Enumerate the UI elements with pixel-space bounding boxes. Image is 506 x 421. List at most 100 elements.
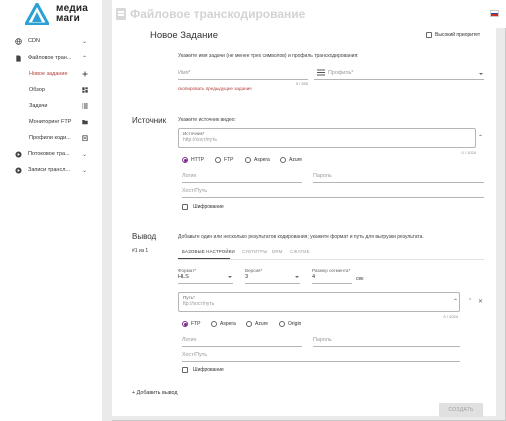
output-login-input[interactable]: Логин <box>182 337 197 343</box>
profile-select[interactable]: Профиль* <box>328 70 353 76</box>
segment-unit: сек <box>356 276 364 282</box>
segment-size-input[interactable]: 4 <box>312 274 315 280</box>
version-label: Версия* <box>245 268 263 273</box>
sidebar-subitem-label: Обзор <box>29 87 45 93</box>
output-login-underline <box>182 346 302 347</box>
version-dropdown-caret-icon[interactable] <box>295 276 299 278</box>
version-select[interactable]: 3 <box>245 274 248 280</box>
sidebar-item-label: Записи трансл... <box>28 167 70 173</box>
source-url-field[interactable] <box>178 128 476 148</box>
document-icon <box>116 8 126 20</box>
play-icon <box>15 150 22 158</box>
source-url-label: Источник* <box>183 131 205 136</box>
file-icon <box>16 54 21 62</box>
output-section-title: Вывод <box>132 232 157 241</box>
sidebar-subitem-label: Задачи <box>29 103 48 109</box>
source-encryption-label: Шифрование <box>193 204 224 210</box>
source-password-underline <box>313 182 484 183</box>
source-hostpath-input[interactable]: Хост/Путь <box>182 188 207 194</box>
sidebar-subitem-tasks[interactable]: Задачи <box>0 99 102 113</box>
folder-icon <box>82 120 88 125</box>
sidebar-subitem-label: Новое задание <box>29 71 68 77</box>
sidebar-subitem-new-task[interactable]: Новое задание <box>0 67 102 81</box>
source-login-input[interactable]: Логин <box>182 173 197 179</box>
format-select[interactable]: HLS <box>178 274 189 280</box>
source-protocol-aspera-radio[interactable] <box>245 157 251 163</box>
output-protocol-origin-radio[interactable] <box>279 321 285 327</box>
output-encryption-checkbox[interactable] <box>182 367 188 373</box>
tab-compression[interactable]: СЖАТИЕ <box>290 249 310 254</box>
play-icon <box>15 166 22 174</box>
segment-size-underline <box>312 283 352 284</box>
list-icon <box>82 103 88 109</box>
high-priority-checkbox[interactable] <box>426 32 432 38</box>
source-protocol-http-radio[interactable] <box>182 157 188 163</box>
dashboard-icon <box>82 87 88 93</box>
version-underline <box>245 283 300 284</box>
tab-drm[interactable]: DRM <box>272 249 283 254</box>
sidebar-subitem-ftp-monitoring[interactable]: Мониторинг FTP <box>0 115 102 129</box>
output-hint: Добавьте один или несколько результатов … <box>178 234 424 240</box>
source-protocol-azure-radio[interactable] <box>280 157 286 163</box>
main-scroll-gutter[interactable] <box>496 28 505 420</box>
output-password-input[interactable]: Пароль <box>313 337 332 343</box>
source-collapse-icon[interactable]: ⌃ <box>478 134 483 141</box>
output-protocol-azure-radio[interactable] <box>246 321 252 327</box>
format-label: Формат* <box>178 268 197 273</box>
sidebar-subitem-overview[interactable]: Обзор <box>0 83 102 97</box>
output-remove-icon[interactable]: ✕ <box>478 298 483 305</box>
tab-basic-settings[interactable]: БАЗОВЫЕ НАСТРОЙКИ <box>182 249 235 254</box>
sidebar-item-stream-transcoding[interactable]: Потоковое тра... ⌄ <box>0 147 102 161</box>
output-hostpath-input[interactable]: Хост/Путь <box>182 352 207 358</box>
source-hostpath-underline <box>182 197 484 198</box>
task-name-input[interactable]: Имя* <box>178 70 191 76</box>
main-content: Новое Задание Высокий приоритет Укажите … <box>112 28 496 417</box>
globe-icon <box>15 37 22 45</box>
format-dropdown-caret-icon[interactable] <box>228 276 232 278</box>
output-password-underline <box>313 346 460 347</box>
add-output-button[interactable]: + Добавить вывод <box>132 390 178 396</box>
output-protocol-aspera-radio[interactable] <box>211 321 217 327</box>
output-path-field[interactable] <box>178 292 460 312</box>
sidebar-item-file-transcoding[interactable]: Файловое тран... ⌃ <box>0 51 102 65</box>
source-protocol-aspera-label: Aspera <box>254 157 270 163</box>
tab-subtitles[interactable]: СУБТИТРЫ <box>242 249 267 254</box>
sidebar-subitem-coding-profiles[interactable]: Профили коди... <box>0 131 102 145</box>
profile-list-icon <box>317 69 325 76</box>
sidebar-item-cdn[interactable]: CDN ⌄ <box>0 34 102 48</box>
sidebar-scroll-gutter[interactable] <box>102 0 112 421</box>
source-login-underline <box>182 182 302 183</box>
source-password-input[interactable]: Пароль <box>313 173 332 179</box>
sidebar-item-label: Потоковое тра... <box>28 151 70 157</box>
plus-icon <box>82 71 88 77</box>
source-encryption-checkbox[interactable] <box>182 204 188 210</box>
task-name-underline <box>178 79 308 80</box>
sidebar-item-label: CDN <box>28 38 40 44</box>
task-name-counter: 0 / 255 <box>295 81 308 86</box>
source-protocol-ftp-label: FTP <box>224 157 234 163</box>
output-collapse-icon[interactable]: ⌃ <box>468 298 472 304</box>
russian-flag-icon[interactable] <box>490 10 499 17</box>
output-path-counter: 0 / 1024 <box>443 314 458 319</box>
source-protocol-ftp-radio[interactable] <box>215 157 221 163</box>
copy-previous-task-link[interactable]: скопировать предыдущее задание <box>178 86 252 91</box>
output-hostpath-underline <box>182 361 460 362</box>
output-path-collapse-icon[interactable]: ⌃ <box>453 298 458 305</box>
sidebar-item-broadcast-records[interactable]: Записи трансл... ⌄ <box>0 163 102 177</box>
source-url-placeholder: http://хост/путь <box>183 137 218 143</box>
media-magi-logo-icon[interactable] <box>25 3 49 25</box>
output-protocol-ftp-radio[interactable] <box>182 321 188 327</box>
profile-dropdown-caret-icon[interactable] <box>479 73 483 75</box>
chevron-down-icon: ⌄ <box>82 167 88 174</box>
output-protocol-azure-label: Azure <box>255 321 269 327</box>
output-path-label: Путь* <box>183 295 195 300</box>
sidebar-subitem-label: Профили коди... <box>29 135 71 141</box>
sidebar: CDN ⌄ Файловое тран... ⌃ Новое задание О… <box>0 28 102 421</box>
create-button[interactable]: СОЗДАТЬ <box>439 403 483 417</box>
output-protocol-aspera-label: Aspera <box>220 321 236 327</box>
top-bar: медиа маги Файловое транскодирование <box>0 0 506 28</box>
source-hint: Укажите источник видео: <box>178 117 236 123</box>
high-priority-label: Высокий приоритет <box>435 32 481 38</box>
output-encryption-label: Шифрование <box>193 367 224 373</box>
format-underline <box>178 283 233 284</box>
